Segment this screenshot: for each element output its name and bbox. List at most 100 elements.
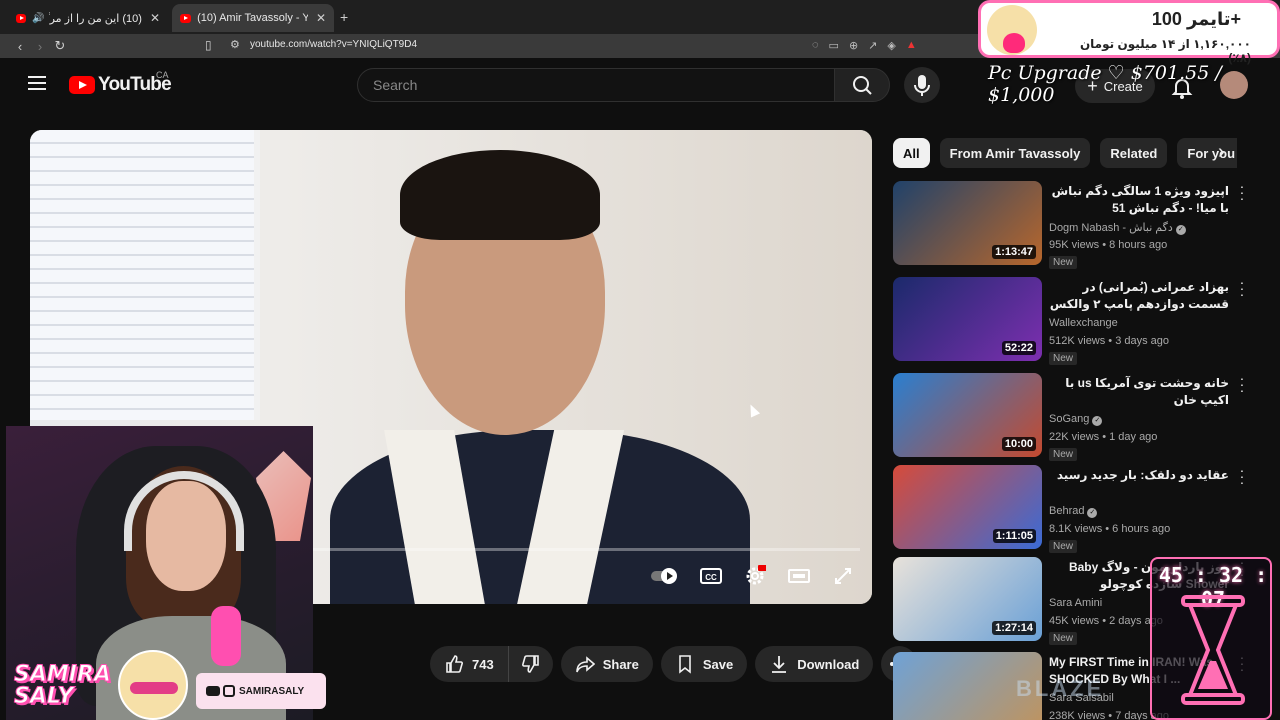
rec-thumbnail[interactable]: 1:13:47 [893, 181, 1042, 265]
timer-progress-text: ۱,۱۶۰,۰۰۰ از ۱۴ میلیون تومان (۸٪) [1079, 37, 1251, 65]
youtube-favicon-icon [16, 13, 27, 23]
captions-button[interactable]: CC [698, 566, 724, 586]
rec-channel[interactable]: Wallexchange [1049, 317, 1118, 329]
autoplay-toggle[interactable] [650, 566, 680, 586]
rec-item[interactable]: 1:11:05 عقاید دو دلقک: بار جدید رسید Beh… [893, 463, 1253, 553]
donation-timer-card: تایمر 100+ ۱,۱۶۰,۰۰۰ از ۱۴ میلیون تومان … [978, 0, 1280, 65]
more-vertical-icon[interactable]: ··· [1236, 179, 1248, 205]
rec-item[interactable]: 52:22 بهزاد عمرانی (بُمرانی) در قسمت دوا… [893, 275, 1253, 365]
rec-channel[interactable]: Behrad ✓ [1049, 505, 1098, 518]
more-vertical-icon[interactable]: ··· [1236, 275, 1248, 301]
settings-button[interactable] [742, 565, 768, 586]
streamer-brand-name: SAMIRA SALY [14, 662, 112, 709]
bookmark-save-icon [679, 655, 691, 674]
tab-title: (10) این من را از مرگ نجات داد [49, 12, 142, 25]
reload-icon[interactable]: ↻ [50, 38, 70, 54]
forward-icon[interactable]: › [30, 39, 50, 54]
browser-tab-2[interactable]: (10) Amir Tavassoly - YouTube ✕ [172, 4, 334, 32]
instagram-icon [223, 685, 235, 697]
fullscreen-button[interactable] [830, 566, 856, 586]
new-badge: New [1049, 256, 1078, 269]
tab-close-icon[interactable]: ✕ [150, 11, 160, 25]
duration-badge: 1:13:47 [992, 245, 1036, 259]
zoom-icon[interactable]: ⊕ [849, 39, 858, 52]
search-input[interactable]: Search [357, 68, 835, 102]
rec-channel[interactable]: SoGang ✓ [1049, 413, 1103, 426]
brave-rewards-icon[interactable]: ▲ [906, 39, 917, 52]
rec-meta: 45K views • 2 days ago [1049, 615, 1163, 627]
new-tab-icon[interactable]: + [340, 9, 348, 25]
rec-meta: 512K views • 3 days ago [1049, 335, 1170, 347]
chip-related[interactable]: Related [1100, 138, 1168, 168]
share-icon [575, 656, 595, 673]
rec-thumbnail[interactable]: 52:22 [893, 277, 1042, 361]
watermark-logo: BLAZE [1016, 676, 1105, 701]
player-controls: CC [650, 565, 856, 586]
rec-title[interactable]: اپیزود ویژه 1 سالگی دگم نباش با میا! - د… [1049, 183, 1229, 217]
duration-badge: 1:27:14 [992, 621, 1036, 635]
tab-close-icon[interactable]: ✕ [316, 11, 326, 25]
duration-badge: 1:11:05 [992, 529, 1036, 543]
chevron-right-icon[interactable]: › [1218, 141, 1225, 164]
rec-thumbnail[interactable]: 1:11:05 [893, 465, 1042, 549]
chip-from-channel[interactable]: From Amir Tavassoly [939, 138, 1091, 168]
rec-thumbnail[interactable]: 1:27:14 [893, 557, 1042, 641]
hourglass-icon [1181, 595, 1245, 705]
new-badge: New [1049, 352, 1078, 365]
download-button[interactable]: Download [755, 646, 874, 682]
save-button[interactable]: Save [660, 646, 748, 682]
url-field[interactable]: youtube.com/watch?v=YNIQLiQT9D4 [250, 39, 417, 50]
stream-countdown: 45 : 32 : 07 [1150, 557, 1272, 720]
menu-icon[interactable] [28, 76, 46, 90]
dislike-button[interactable] [508, 646, 553, 682]
new-badge: New [1049, 632, 1078, 645]
share-page-icon[interactable]: ↗ [868, 39, 877, 52]
fullscreen-icon [835, 568, 851, 584]
search-button[interactable] [834, 68, 890, 102]
like-button[interactable]: 743 [430, 646, 509, 682]
more-vertical-icon[interactable]: ··· [1236, 463, 1248, 489]
rec-channel[interactable]: Sara Amini [1049, 597, 1102, 609]
bookmark-icon[interactable]: ▯ [205, 38, 212, 52]
video-progress-bar[interactable] [310, 548, 860, 551]
back-icon[interactable]: ‹ [10, 39, 30, 54]
rec-thumbnail[interactable]: 10:00 [893, 373, 1042, 457]
channel-name: Behrad [1049, 505, 1085, 517]
heart-icon [1003, 33, 1025, 53]
thumbs-down-icon [521, 655, 539, 673]
download-icon [772, 656, 787, 673]
youtube-logo-icon [69, 76, 95, 94]
share-button[interactable]: Share [560, 646, 653, 682]
chip-all[interactable]: All [893, 138, 930, 168]
new-badge: New [1049, 448, 1078, 461]
rec-channel[interactable]: Dogm Nabash - دگم نباش ✓ [1049, 221, 1186, 235]
theater-mode-icon [788, 569, 810, 583]
theater-mode-button[interactable] [786, 566, 812, 586]
youtube-logo[interactable]: YouTube CA [69, 70, 172, 96]
rec-title[interactable]: عقاید دو دلقک: بار جدید رسید [1049, 467, 1229, 484]
voice-search-button[interactable] [904, 67, 940, 103]
microphone-icon [914, 75, 930, 96]
browser-tab-1[interactable]: 🔊 (10) این من را از مرگ نجات داد ✕ [8, 4, 168, 32]
shield-icon[interactable]: ◈ [887, 39, 895, 52]
mute-icon[interactable]: ◌ [812, 39, 819, 52]
channel-name: Dogm Nabash - دگم نباش [1049, 222, 1173, 234]
rec-item[interactable]: 1:13:47 اپیزود ویژه 1 سالگی دگم نباش با … [893, 179, 1253, 269]
autoplay-icon [651, 568, 677, 584]
rec-title[interactable]: بهزاد عمرانی (بُمرانی) در قسمت دوازدهم پ… [1049, 279, 1229, 313]
more-vertical-icon[interactable]: ··· [1236, 371, 1248, 397]
rec-title[interactable]: خانه وحشت توی آمریکا us با اکیپ خان [1049, 375, 1229, 409]
screen-icon[interactable]: ▭ [829, 39, 839, 52]
rec-item[interactable]: 10:00 خانه وحشت توی آمریکا us با اکیپ خا… [893, 371, 1253, 461]
tab-title: (10) Amir Tavassoly - YouTube [197, 12, 308, 24]
duration-badge: 52:22 [1001, 341, 1036, 355]
video-actions: 743 Share Save Download [430, 646, 918, 682]
chip-for-you[interactable]: For you [1177, 138, 1238, 168]
verified-icon: ✓ [1087, 508, 1098, 518]
country-code: CA [156, 70, 169, 80]
streamer-cartoon-avatar [118, 650, 188, 720]
verified-icon: ✓ [1092, 416, 1103, 426]
site-info-icon[interactable]: ⚙ [230, 38, 240, 51]
rec-meta: 22K views • 1 day ago [1049, 431, 1158, 443]
rec-meta: 8.1K views • 6 hours ago [1049, 523, 1171, 535]
